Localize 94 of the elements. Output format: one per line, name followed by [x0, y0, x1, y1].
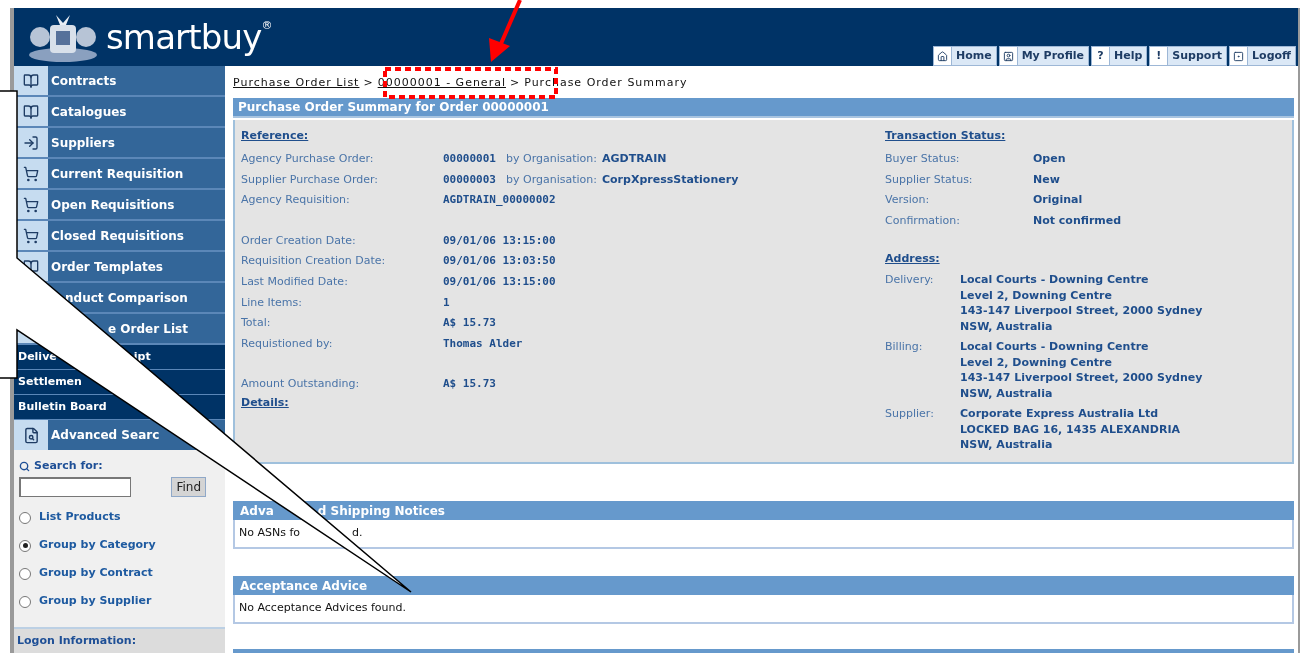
field-value: 09/01/06 13:03:50 [443, 253, 556, 270]
search-field[interactable] [19, 476, 131, 497]
radio-label: Group by Supplier [39, 593, 152, 610]
field-value: A$ 15.73 [443, 315, 496, 332]
address-line: NSW, Australia [960, 437, 1054, 453]
search-icon [19, 460, 30, 472]
field-label: Delivery: [885, 272, 935, 289]
field-label: Requisition Creation Date: [241, 253, 387, 270]
breadcrumb-current: Purchase Order Summary [524, 74, 688, 91]
field-value: 1 [443, 294, 450, 311]
address-line: Local Courts - Downing Centre [960, 272, 1150, 288]
breadcrumb-separator: > [363, 74, 374, 91]
search-label: Search for: [34, 458, 103, 474]
field-label: Billing: [885, 339, 924, 356]
nav-link[interactable]: My Profile [998, 46, 1089, 66]
field-value: Not confirmed [1033, 212, 1122, 229]
field-value: 09/01/06 13:15:00 [443, 274, 556, 290]
field-label: Amount Outstanding: [241, 376, 361, 393]
logon-information-heading: Logon Information: [14, 627, 225, 653]
radio-label: Group by Contract [39, 565, 153, 582]
field-value: AGDTRAIN_00000002 [443, 192, 556, 209]
section-heading: Transaction Status: [885, 128, 1007, 144]
field-label: Order Creation Date: [241, 232, 357, 249]
address-line: LOCKED BAG 16, 1435 ALEXANDRIA [960, 421, 1180, 438]
cart-icon [23, 227, 39, 244]
section-message: No Acceptance Advices found. [233, 595, 1294, 624]
breadcrumb-separator: > [509, 74, 521, 91]
field-label: Buyer Status: [885, 151, 961, 168]
section-title-bar: Adva d Shipping Notices [233, 501, 1294, 520]
address-line: Level 2, Downing Centre [960, 354, 1113, 371]
book-icon [23, 103, 39, 120]
nav-link[interactable]: Logoff [1229, 46, 1296, 66]
address-line: Corporate Express Australia Ltd [960, 406, 1160, 422]
sidebar-menu-item[interactable]: Contracts [14, 66, 225, 97]
field-label: Agency Requisition: [241, 192, 351, 209]
field-label: Agency Purchase Order: [241, 151, 375, 168]
nav-link[interactable]: ! Support [1149, 46, 1228, 66]
field-value: 00000001 [443, 151, 496, 168]
field-value: Original [1033, 192, 1083, 209]
radio-button[interactable] [19, 539, 31, 552]
radio-label: Group by Category [39, 537, 156, 554]
field-value: A$ 15.73 [443, 376, 496, 393]
field-label: Requistioned by: [241, 335, 334, 352]
book-icon [23, 72, 39, 89]
section-heading: Reference: [241, 128, 310, 144]
registered-mark: ® [261, 20, 273, 31]
field-label: by Organisation: [506, 171, 597, 188]
field-label: Supplier: [885, 406, 935, 423]
details-link[interactable]: Details: [241, 394, 885, 412]
field-label: Version: [885, 192, 931, 209]
address-line: 143-147 Liverpool Street, 2000 Sydney [960, 370, 1203, 386]
radio-label: List Products [39, 509, 121, 526]
field-value: Thomas Alder [443, 335, 523, 352]
radio-button[interactable] [19, 511, 31, 524]
nav-link[interactable]: Home [932, 46, 997, 66]
field-label: Confirmation: [885, 212, 961, 229]
search-document-icon [22, 426, 40, 444]
cart-icon [23, 165, 39, 182]
field-value: Open [1033, 151, 1066, 168]
glyph-icon: ? [1097, 47, 1104, 65]
glyph-icon: ! [1156, 47, 1162, 65]
home-icon [936, 50, 948, 62]
field-value: 00000003 [443, 171, 496, 188]
address-line: Local Courts - Downing Centre [960, 339, 1150, 355]
radio-button[interactable] [19, 567, 31, 580]
field-label: Last Modified Date: [241, 274, 349, 290]
field-value: 09/01/06 13:15:00 [443, 232, 556, 249]
field-label: Line Items: [241, 294, 303, 311]
field-label: Supplier Status: [885, 171, 974, 188]
panel-title-bar: Purchase Order Summary for Order 00000001 [233, 98, 1294, 118]
field-label: by Organisation: [506, 151, 597, 168]
radio-button[interactable] [19, 595, 31, 608]
section-title-bar: Acceptance Advice [233, 576, 1294, 595]
cart-icon [23, 196, 39, 213]
address-line: Level 2, Downing Centre [960, 287, 1113, 304]
find-button[interactable]: Find [171, 476, 206, 497]
field-value: CorpXpressStationery [601, 171, 739, 188]
breadcrumb-link[interactable]: Purchase Order List [233, 74, 360, 92]
logo-text: smartbuy [106, 20, 262, 54]
field-value: New [1033, 171, 1060, 188]
arrow [489, 0, 522, 62]
section-message: No ASNs fo d. [233, 520, 1294, 549]
login-icon [23, 134, 39, 151]
section-heading: Address: [885, 251, 941, 268]
address-line: NSW, Australia [960, 385, 1054, 402]
breadcrumb-link[interactable]: 00000001 - General [377, 74, 506, 92]
address-line: 143-147 Liverpool Street, 2000 Sydney [960, 303, 1203, 319]
nav-link[interactable]: ? Help [1091, 46, 1148, 66]
field-value: AGDTRAIN [601, 151, 667, 168]
user-icon [1002, 50, 1014, 62]
field-label: Total: [241, 315, 272, 332]
address-line: NSW, Australia [960, 318, 1054, 335]
logoff-icon [1233, 50, 1245, 62]
field-label: Supplier Purchase Order: [241, 171, 380, 188]
